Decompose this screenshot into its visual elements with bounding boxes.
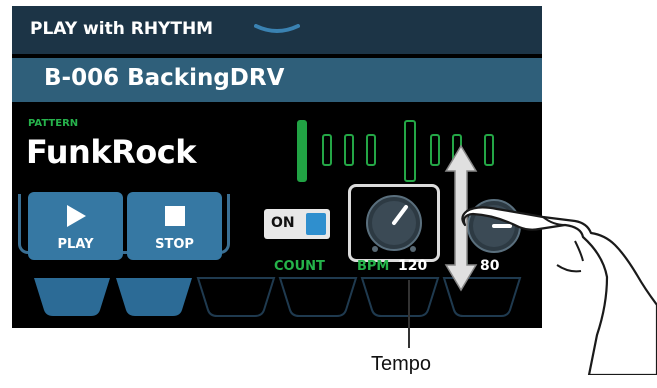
bpm-knob-highlight[interactable] <box>348 184 440 262</box>
stop-button[interactable]: STOP <box>127 192 222 260</box>
rhythm-name: B-006 BackingDRV <box>44 65 285 91</box>
count-toggle-state: ON <box>271 215 295 231</box>
bpm-value: 120 <box>398 258 428 274</box>
toggle-switch-icon <box>306 213 326 235</box>
beat-indicator-4 <box>366 134 376 166</box>
beat-indicator-1 <box>297 120 307 182</box>
pattern-label: PATTERN <box>28 118 79 129</box>
chevron-down-icon[interactable] <box>254 24 300 36</box>
play-icon <box>67 205 86 227</box>
bpm-knob-icon[interactable] <box>359 193 429 253</box>
beat-indicator-5 <box>404 120 416 182</box>
count-toggle[interactable]: ON <box>264 209 330 239</box>
callout-line <box>408 280 410 348</box>
hand-gesture-icon <box>461 206 657 375</box>
screen-title: PLAY with RHYTHM <box>30 19 214 39</box>
beat-indicator-2 <box>322 134 332 166</box>
stop-icon <box>165 206 185 226</box>
tempo-callout-label: Tempo <box>371 353 432 375</box>
pattern-name[interactable]: FunkRock <box>26 133 196 171</box>
bpm-label: BPM <box>357 259 390 274</box>
rhythm-name-bar[interactable]: B-006 BackingDRV <box>12 58 542 102</box>
beat-indicator-8 <box>484 134 494 166</box>
top-bar: PLAY with RHYTHM <box>12 6 542 54</box>
beat-indicator-6 <box>430 134 440 166</box>
count-label: COUNT <box>274 259 325 274</box>
play-button[interactable]: PLAY <box>28 192 123 260</box>
play-label: PLAY <box>57 237 94 252</box>
beat-indicator-3 <box>344 134 354 166</box>
stop-label: STOP <box>155 237 194 252</box>
